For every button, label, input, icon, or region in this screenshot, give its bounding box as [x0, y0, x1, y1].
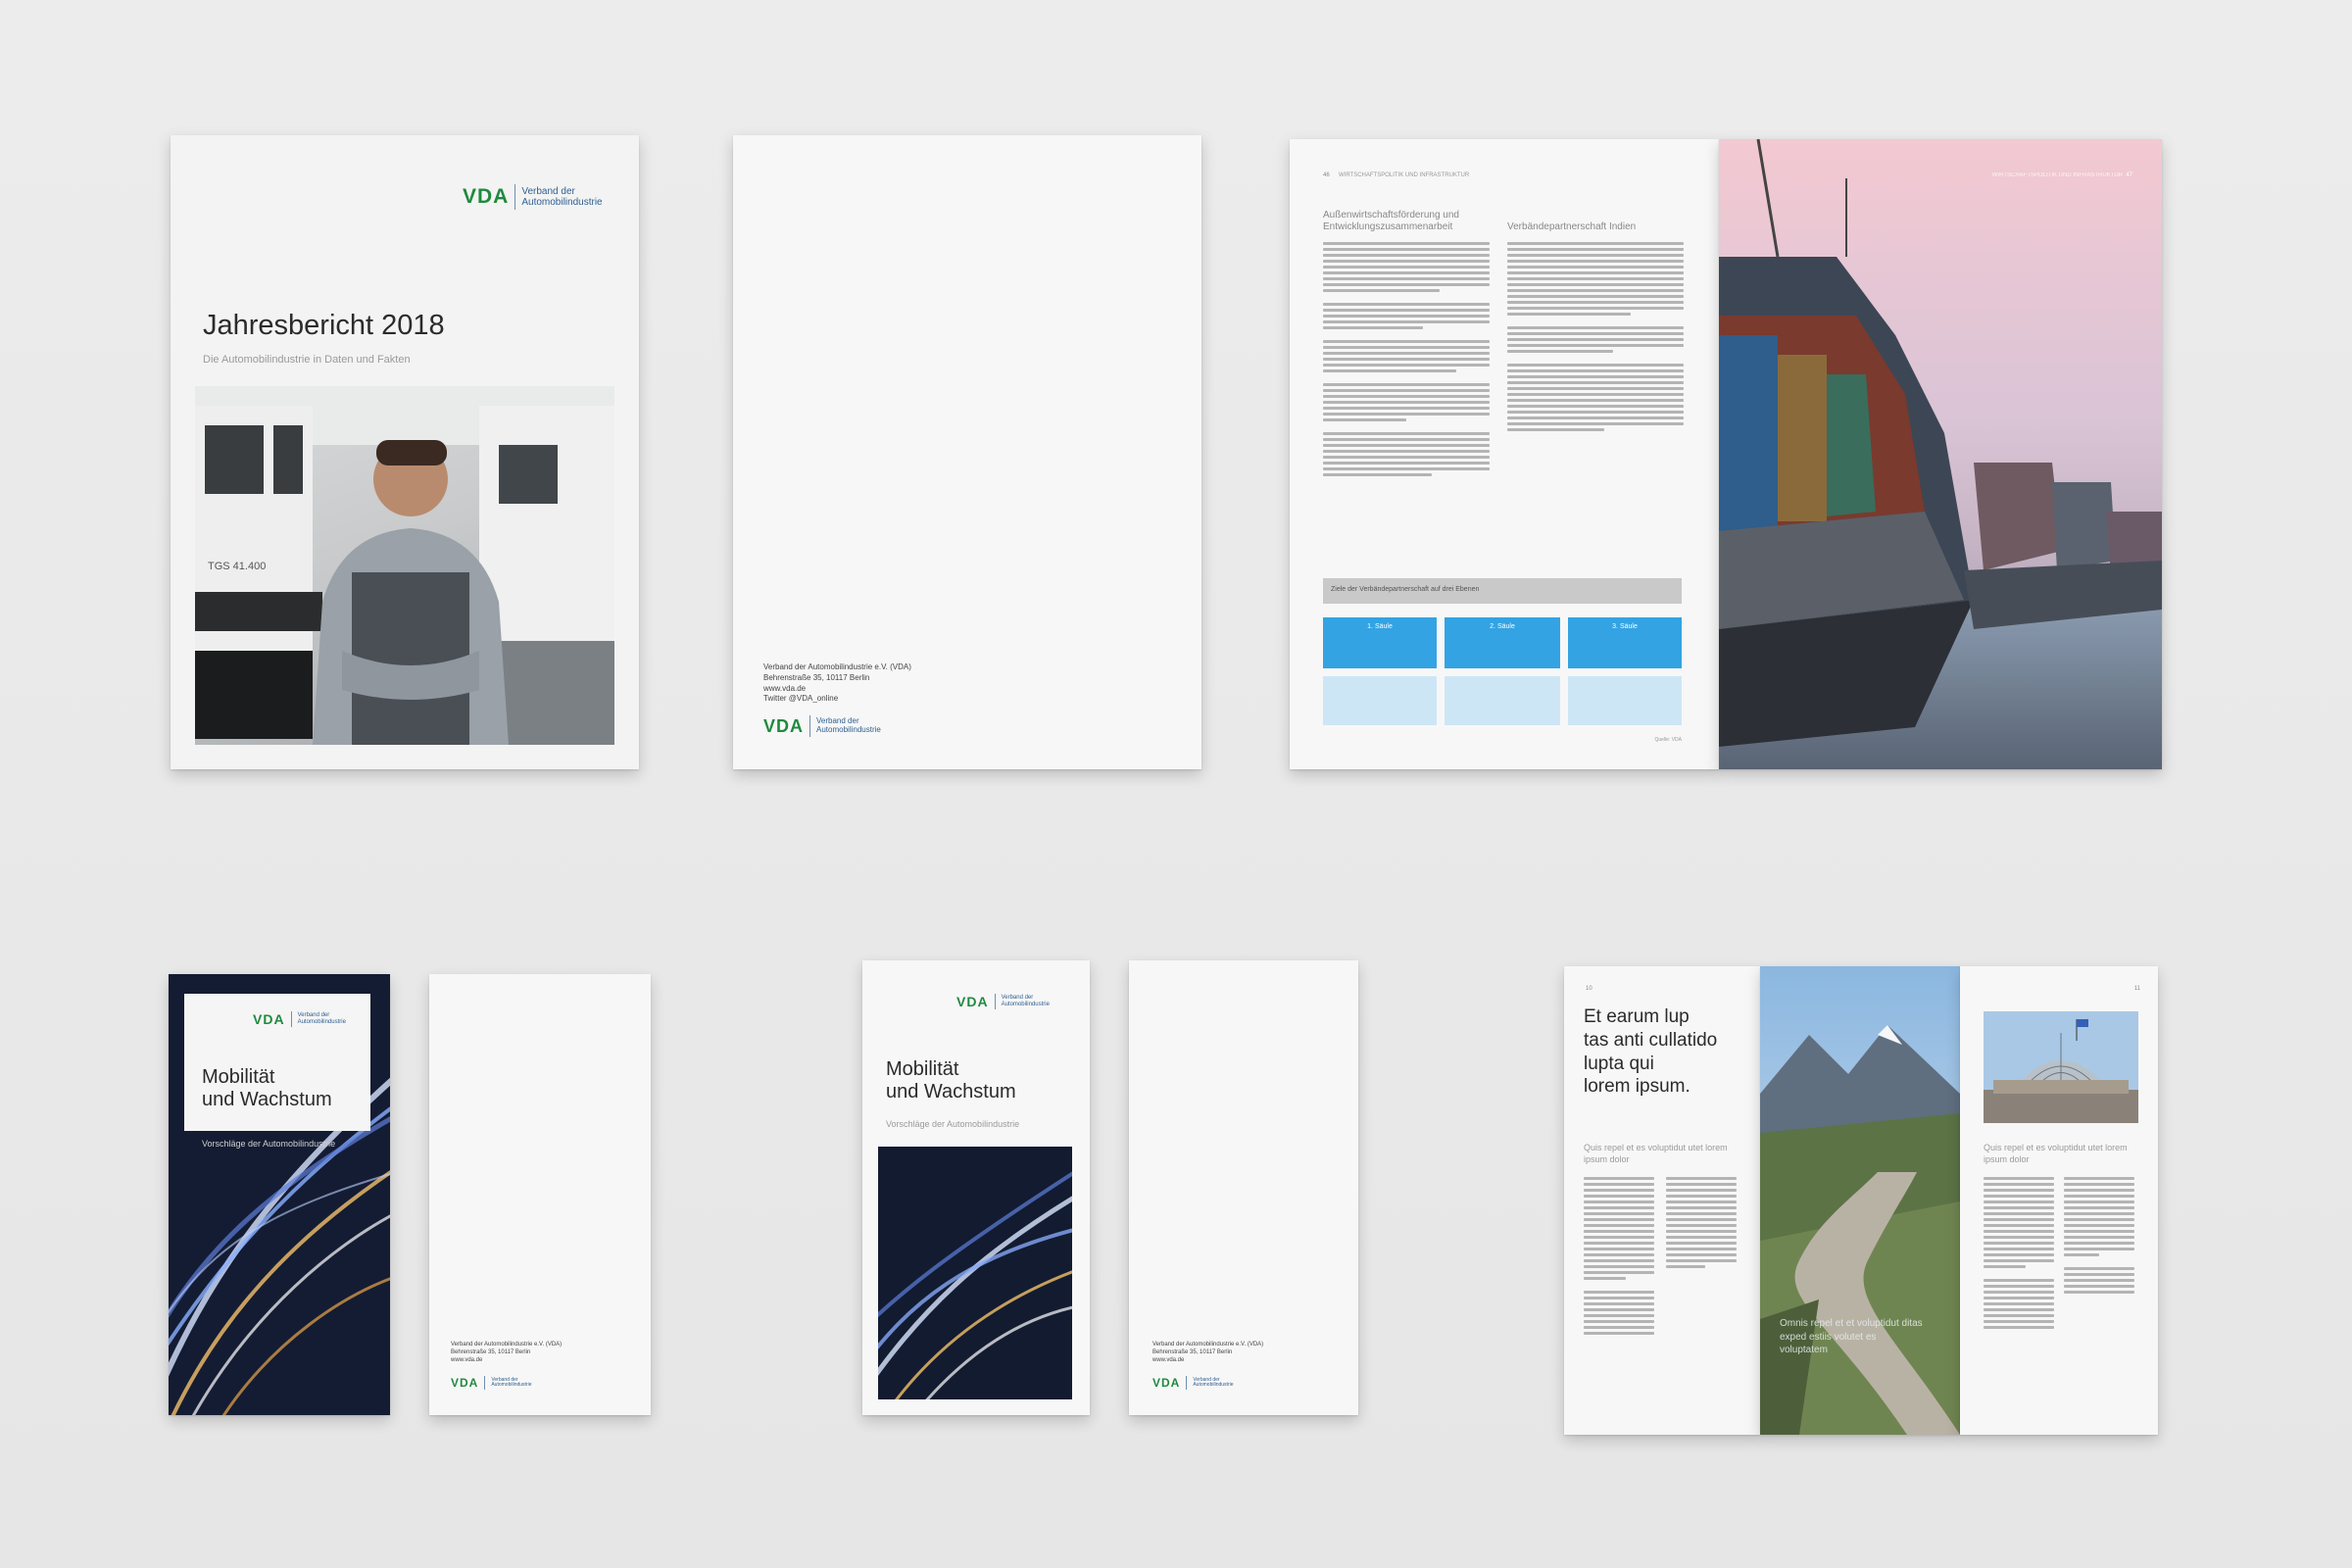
container-ship-photo: [1719, 139, 2162, 769]
flyer-title: Mobilität und Wachstum: [886, 1058, 1016, 1103]
flyer-title: Mobilität und Wachstum: [202, 1066, 332, 1111]
leporello-headline: Et earum lup tas anti cullatido lupta qu…: [1584, 1005, 1717, 1099]
logo-name-line2: Automobilindustrie: [297, 1019, 346, 1025]
flyer-back-1: Verband der Automobilindustrie e.V. (VDA…: [429, 974, 651, 1415]
photo-overlay-caption: Omnis repel et et voluptidut ditas exped…: [1780, 1318, 1923, 1355]
page-number-left: 10: [1586, 986, 1592, 992]
leporello-text-col-2: [1666, 1177, 1737, 1271]
leporello-panel-1: 10 Et earum lup tas anti cullatido lupta…: [1564, 966, 1760, 1435]
headline-line: tas anti cullatido: [1584, 1029, 1718, 1051]
flyer-cover-dark: VDA Verband der Automobilindustrie Mobil…: [169, 974, 390, 1415]
vda-logo-mark: VDA: [1152, 1376, 1181, 1390]
report-title: Jahresbericht 2018: [203, 310, 445, 341]
address-line-3: www.vda.de: [763, 683, 807, 693]
page-number-right: 47: [2126, 172, 2132, 178]
flyer-back-address: Verband der Automobilindustrie e.V. (VDA…: [451, 1341, 562, 1364]
vda-logo: VDA Verband der Automobilindustrie: [463, 184, 603, 210]
vda-logo: VDA Verband der Automobilindustrie: [253, 1011, 346, 1027]
address-line-2: Behrenstraße 35, 10117 Berlin: [1152, 1349, 1233, 1356]
report-spread-right-page: WIRTSCHAFTSPOLITIK UND INFRASTRUKTUR 47: [1719, 139, 2162, 769]
leporello-text-col-3: [1984, 1177, 2054, 1332]
headline-line: lupta qui: [1584, 1053, 1654, 1074]
leporello-panel-3: 11 Quis repel et es voluptidut utet lore…: [1960, 966, 2158, 1435]
light-trails-photo: [878, 1147, 1072, 1399]
column-1-heading: Außenwirtschaftsförderung und Entwicklun…: [1323, 210, 1459, 232]
address-line-1: Verband der Automobilindustrie e.V. (VDA…: [763, 662, 911, 671]
address-line-3: www.vda.de: [1152, 1357, 1185, 1364]
logo-name-line1: Verband der: [297, 1012, 330, 1019]
vda-logo: VDA Verband der Automobilindustrie: [956, 994, 1050, 1009]
table-head-2: 2. Säule: [1445, 617, 1560, 668]
table-title-bar: Ziele der Verbändepartnerschaft auf drei…: [1323, 578, 1682, 604]
logo-name-line2: Automobilindustrie: [521, 197, 603, 208]
address-line-1: Verband der Automobilindustrie e.V. (VDA…: [1152, 1342, 1264, 1348]
address-line-1: Verband der Automobilindustrie e.V. (VDA…: [451, 1342, 563, 1348]
reichstag-photo: [1984, 1011, 2138, 1123]
address-line-2: Behrenstraße 35, 10117 Berlin: [763, 672, 870, 682]
back-cover-address: Verband der Automobilindustrie e.V. (VDA…: [763, 662, 911, 705]
truck-label: TGS 41.400: [208, 561, 267, 572]
worker-photo: TGS 41.400: [195, 386, 614, 745]
report-subtitle: Die Automobilindustrie in Daten und Fakt…: [203, 354, 411, 366]
vda-logo: VDA Verband der Automobilindustrie: [763, 715, 881, 737]
vda-logo: VDA Verband der Automobilindustrie: [1152, 1376, 1233, 1390]
vda-logo-mark: VDA: [253, 1011, 285, 1027]
vda-logo-mark: VDA: [763, 715, 805, 736]
table-head-1: 1. Säule: [1323, 617, 1437, 668]
leporello-panel-2: Omnis repel et et voluptidut ditas exped…: [1760, 966, 1960, 1435]
address-line-2: Behrenstraße 35, 10117 Berlin: [451, 1349, 531, 1356]
page-number-left: 46: [1323, 172, 1330, 178]
address-line-4: Twitter @VDA_online: [763, 694, 839, 704]
leporello-text-col-4: [2064, 1177, 2134, 1297]
logo-name-line2: Automobilindustrie: [816, 725, 881, 734]
headline-line: lorem ipsum.: [1584, 1076, 1690, 1098]
table-cell-1: [1323, 676, 1437, 725]
vda-logo: VDA Verband der Automobilindustrie: [451, 1376, 531, 1390]
flyer-subtitle: Vorschläge der Automobilindustrie: [886, 1119, 1020, 1129]
table-head-label: 2. Säule: [1490, 623, 1515, 630]
running-header-right: WIRTSCHAFTSPOLITIK UND INFRASTRUKTUR: [1991, 172, 2123, 178]
mountain-road-photo: [1760, 966, 1960, 1435]
annual-report-cover: VDA Verband der Automobilindustrie Jahre…: [171, 135, 639, 769]
flyer-back-address: Verband der Automobilindustrie e.V. (VDA…: [1152, 1341, 1263, 1364]
logo-name-line1: Verband der: [521, 186, 575, 197]
table-source: Quelle: VDA: [1654, 737, 1682, 743]
table-cell-3: [1568, 676, 1682, 725]
flyer-subtitle: Vorschläge der Automobilindustrie: [202, 1139, 336, 1149]
running-header-left: WIRTSCHAFTSPOLITIK UND INFRASTRUKTUR: [1339, 172, 1470, 178]
logo-name-line2: Automobilindustrie: [491, 1382, 532, 1388]
table-cell-2: [1445, 676, 1560, 725]
table-title: Ziele der Verbändepartnerschaft auf drei…: [1331, 586, 1480, 593]
leporello-intro: Quis repel et es voluptidut utet lorem i…: [1984, 1143, 2128, 1164]
table-head-label: 1. Säule: [1367, 623, 1393, 630]
logo-name-line2: Automobilindustrie: [1193, 1382, 1234, 1388]
flyer-title-line1: Mobilität: [886, 1058, 959, 1080]
column-2-heading: Verbändepartnerschaft Indien: [1507, 221, 1637, 232]
flyer-title-panel: VDA Verband der Automobilindustrie Mobil…: [184, 994, 370, 1131]
table-head-label: 3. Säule: [1612, 623, 1638, 630]
report-spread-left-page: 46 WIRTSCHAFTSPOLITIK UND INFRASTRUKTUR …: [1290, 139, 1719, 769]
vda-logo-mark: VDA: [463, 185, 510, 208]
vda-logo-mark: VDA: [956, 994, 989, 1009]
leporello-intro: Quis repel et es voluptidut utet lorem i…: [1584, 1143, 1728, 1164]
flyer-title-line2: und Wachstum: [886, 1081, 1016, 1102]
logo-name-line1: Verband der: [1001, 995, 1034, 1002]
flyer-back-2: Verband der Automobilindustrie e.V. (VDA…: [1129, 960, 1358, 1415]
headline-line: Et earum lup: [1584, 1006, 1690, 1027]
vda-logo-mark: VDA: [451, 1376, 479, 1390]
leporello-text-col-1: [1584, 1177, 1654, 1338]
table-head-3: 3. Säule: [1568, 617, 1682, 668]
column-1-text: [1323, 242, 1490, 479]
annual-report-back-cover: Verband der Automobilindustrie e.V. (VDA…: [733, 135, 1201, 769]
page-number-right: 11: [2133, 986, 2140, 992]
flyer-title-line2: und Wachstum: [202, 1089, 332, 1110]
logo-name-line2: Automobilindustrie: [1001, 1002, 1050, 1007]
flyer-cover-light: VDA Verband der Automobilindustrie Mobil…: [862, 960, 1090, 1415]
address-line-3: www.vda.de: [451, 1357, 483, 1364]
column-2-text: [1507, 242, 1684, 434]
flyer-title-line1: Mobilität: [202, 1066, 275, 1088]
